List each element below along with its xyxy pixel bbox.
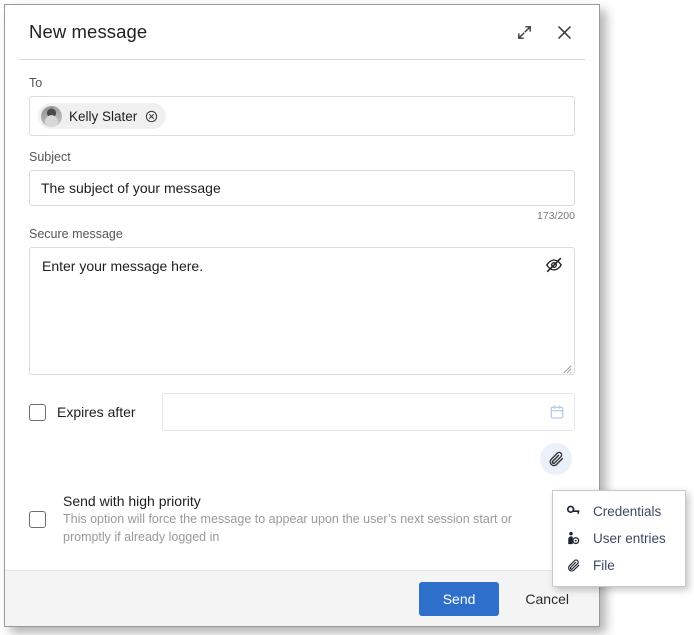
subject-value: The subject of your message bbox=[41, 180, 221, 196]
menu-item-label: File bbox=[593, 558, 615, 573]
expires-row: Expires after bbox=[29, 393, 575, 431]
dialog-footer: Send Cancel bbox=[5, 570, 599, 626]
eye-off-icon[interactable] bbox=[545, 256, 563, 279]
user-entries-icon bbox=[565, 531, 582, 546]
dialog-body: To Kelly Slater Subject The subject of y… bbox=[5, 60, 599, 570]
menu-item-credentials[interactable]: Credentials bbox=[553, 498, 685, 525]
expand-diagonal-icon[interactable] bbox=[511, 19, 537, 45]
avatar bbox=[41, 105, 62, 127]
expires-label: Expires after bbox=[57, 404, 136, 420]
expires-date-input[interactable] bbox=[161, 393, 575, 431]
recipient-chip[interactable]: Kelly Slater bbox=[38, 103, 167, 129]
resize-handle[interactable] bbox=[561, 361, 572, 374]
subject-input[interactable]: The subject of your message bbox=[29, 170, 575, 206]
dialog-header: New message bbox=[5, 5, 599, 59]
page-title: New message bbox=[29, 21, 148, 42]
expires-checkbox[interactable] bbox=[29, 403, 46, 421]
recipient-name: Kelly Slater bbox=[69, 108, 138, 124]
to-input[interactable]: Kelly Slater bbox=[29, 96, 575, 136]
header-actions bbox=[511, 19, 577, 45]
attach-row bbox=[29, 443, 575, 475]
menu-item-file[interactable]: File bbox=[553, 552, 685, 579]
menu-item-label: Credentials bbox=[593, 504, 662, 519]
close-icon[interactable] bbox=[551, 19, 577, 45]
message-textarea[interactable]: Enter your message here. bbox=[29, 247, 575, 375]
calendar-icon[interactable] bbox=[549, 404, 565, 420]
priority-row: Send with high priority This option will… bbox=[29, 493, 575, 547]
priority-texts: Send with high priority This option will… bbox=[63, 493, 543, 547]
attach-menu: Credentials User entries File bbox=[552, 490, 686, 587]
priority-title: Send with high priority bbox=[63, 493, 201, 509]
paperclip-icon bbox=[565, 558, 582, 573]
subject-label: Subject bbox=[29, 150, 71, 164]
new-message-dialog: New message To Kelly Slater Subject The … bbox=[4, 4, 600, 627]
menu-item-label: User entries bbox=[593, 531, 666, 546]
paperclip-icon[interactable] bbox=[540, 443, 572, 475]
message-label: Secure message bbox=[29, 227, 123, 241]
remove-circle-icon[interactable] bbox=[144, 109, 158, 123]
key-icon bbox=[565, 504, 582, 519]
message-value: Enter your message here. bbox=[42, 258, 204, 274]
priority-description: This option will force the message to ap… bbox=[63, 512, 513, 544]
menu-item-user-entries[interactable]: User entries bbox=[553, 525, 685, 552]
character-counter: 173/200 bbox=[537, 210, 575, 222]
send-button[interactable]: Send bbox=[418, 581, 500, 616]
high-priority-checkbox[interactable] bbox=[29, 511, 46, 529]
to-label: To bbox=[29, 76, 43, 90]
